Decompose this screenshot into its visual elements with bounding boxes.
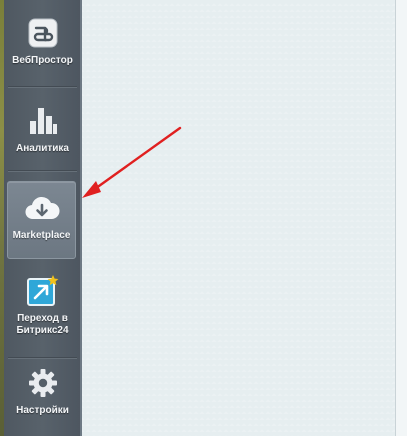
sidebar-item-marketplace[interactable]: Marketplace (7, 181, 76, 259)
sidebar-item-analytics[interactable]: Аналитика (4, 104, 81, 156)
webprostor-logo-icon (28, 18, 58, 48)
sidebar-item-settings[interactable]: Настройки (4, 368, 81, 418)
sidebar-item-label: ВебПростор (12, 55, 73, 66)
right-edge-panel (395, 0, 407, 436)
main-content-area (82, 0, 395, 436)
sidebar-divider (8, 86, 77, 87)
sidebar-item-label: Переход в Битрикс24 (16, 313, 69, 336)
sidebar-item-webprostor[interactable]: ВебПростор (4, 18, 81, 72)
bar-chart-icon (27, 104, 59, 136)
gear-icon (28, 368, 58, 398)
sidebar-item-label: Marketplace (12, 230, 71, 241)
sidebar-item-label: Настройки (16, 405, 69, 416)
sidebar-divider (8, 170, 77, 171)
sidebar-item-label: Аналитика (16, 143, 69, 154)
bitrix24-transition-icon (26, 274, 60, 308)
sidebar-divider (8, 357, 77, 358)
sidebar-item-bitrix24[interactable]: Переход в Битрикс24 (4, 274, 81, 340)
cloud-download-icon (24, 195, 60, 223)
